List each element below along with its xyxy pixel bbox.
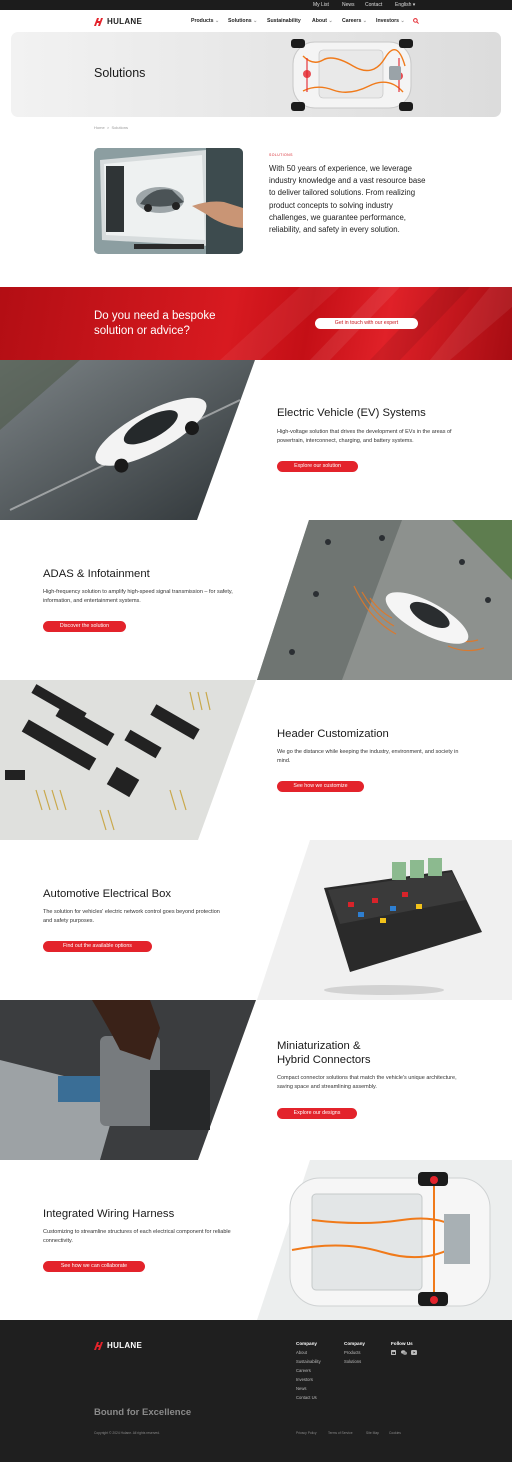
footer-link-contact[interactable]: Contact Us	[296, 1395, 317, 1400]
my-list-link[interactable]: My List	[313, 2, 329, 8]
logo-mark-icon	[94, 17, 103, 26]
chevron-down-icon: ⌄	[400, 18, 405, 24]
breadcrumb-home[interactable]: Home	[94, 125, 105, 130]
solution-title: ADAS & Infotainment	[43, 568, 150, 580]
solution-description: High-frequency solution to amplify high-…	[43, 589, 233, 605]
contact-link[interactable]: Contact	[365, 2, 382, 8]
nav-careers[interactable]: Careers ⌄	[342, 18, 367, 24]
cta-question-line1: Do you need a bespoke	[94, 310, 216, 322]
solution-title: Electric Vehicle (EV) Systems	[277, 407, 426, 419]
footer-link-investors[interactable]: Investors	[296, 1377, 313, 1382]
logo-text: HULANE	[107, 1341, 143, 1350]
chevron-down-icon: ⌄	[214, 18, 220, 24]
utility-bar: My List News Contact English ▾	[0, 0, 512, 10]
breadcrumb-current: Solutions	[111, 125, 128, 130]
nav-investors[interactable]: Investors ⌄	[376, 18, 405, 24]
contact-expert-button[interactable]: Get in touch with our expert	[315, 318, 418, 329]
intro-image	[94, 148, 243, 254]
chevron-down-icon: ▾	[412, 2, 416, 8]
linkedin-icon[interactable]	[391, 1350, 396, 1355]
solution-description: High-voltage solution that drives the de…	[277, 429, 452, 445]
copyright-text: Copyright © 2024 Hulane. All rights rese…	[94, 1431, 161, 1435]
news-link[interactable]: News	[342, 2, 355, 8]
site-logo[interactable]: HULANE	[94, 17, 142, 26]
footer-link-about[interactable]: About	[296, 1350, 307, 1355]
see-customize-button[interactable]: See how we customize	[277, 781, 364, 792]
solution-miniaturization-section: Miniaturization & Hybrid Connectors Comp…	[0, 1000, 512, 1160]
sitemap-link[interactable]: Site Map	[366, 1431, 379, 1435]
header-connectors-image	[0, 680, 256, 840]
chevron-down-icon: ⌄	[328, 18, 333, 24]
solution-title: Header Customization	[277, 728, 389, 740]
solution-title-line2: Hybrid Connectors	[277, 1054, 371, 1066]
cta-question: Do you need a bespoke solution or advice…	[94, 309, 215, 338]
footer-link-news[interactable]: News	[296, 1386, 306, 1391]
solution-header-section: Header Customization We go the distance …	[0, 680, 512, 840]
solution-title: Automotive Electrical Box	[43, 888, 172, 900]
footer-col2-title: Company	[344, 1341, 365, 1346]
site-footer: HULANE Company About Sustainability Care…	[0, 1320, 512, 1462]
footer-tagline: Bound for Excellence	[94, 1407, 192, 1418]
wiring-harness-image	[257, 1160, 512, 1320]
privacy-policy-link[interactable]: Privacy Policy	[296, 1431, 317, 1435]
footer-link-careers[interactable]: Careers	[296, 1368, 311, 1373]
nav-about[interactable]: About ⌄	[312, 18, 333, 24]
chevron-down-icon: ⌄	[362, 18, 368, 24]
main-nav: HULANE Products ⌄ Solutions ⌄ Sustainabi…	[0, 10, 512, 32]
explore-designs-button[interactable]: Explore our designs	[277, 1108, 357, 1119]
terms-link[interactable]: Terms of Service	[328, 1431, 353, 1435]
solution-title-line1: Miniaturization &	[277, 1040, 361, 1052]
footer-logo[interactable]: HULANE	[94, 1341, 142, 1350]
discover-solution-button[interactable]: Discover the solution	[43, 621, 126, 632]
solution-title: Integrated Wiring Harness	[43, 1208, 175, 1220]
chevron-down-icon: ⌄	[253, 18, 258, 24]
cookies-link[interactable]: Cookies	[389, 1431, 401, 1435]
youtube-icon[interactable]	[411, 1350, 417, 1355]
footer-link-solutions[interactable]: Solutions	[344, 1359, 361, 1364]
language-label: English	[395, 2, 412, 8]
footer-follow-title: Follow Us	[391, 1341, 413, 1346]
find-options-button[interactable]: Find out the available options	[43, 941, 152, 952]
logo-text: HULANE	[107, 17, 143, 26]
footer-link-sustainability[interactable]: Sustainability	[296, 1359, 321, 1364]
page-title: Solutions	[94, 66, 146, 80]
nav-sustainability[interactable]: Sustainability	[267, 18, 301, 24]
breadcrumb: Home > Solutions	[94, 125, 128, 130]
footer-col1-title: Company	[296, 1341, 317, 1346]
cta-banner: Do you need a bespoke solution or advice…	[0, 287, 512, 360]
solution-wiring-harness-section: Integrated Wiring Harness Customizing to…	[0, 1160, 512, 1320]
solution-description: Compact connector solutions that match t…	[277, 1075, 457, 1091]
ev-chassis-illustration	[291, 39, 413, 111]
collaborate-button[interactable]: See how we can collaborate	[43, 1261, 145, 1272]
banner-stripes-decoration	[220, 287, 512, 360]
solution-adas-section: ADAS & Infotainment High-frequency solut…	[0, 520, 512, 680]
adas-street-image	[257, 520, 512, 680]
logo-mark-icon	[94, 1341, 103, 1350]
solution-ev-section: Electric Vehicle (EV) Systems High-volta…	[0, 360, 512, 520]
intro-eyebrow: SOLUTIONS	[269, 153, 293, 157]
ev-car-image	[0, 360, 255, 520]
solution-description: Customizing to streamline structures of …	[43, 1229, 231, 1245]
cad-monitor-illustration	[94, 148, 243, 254]
footer-link-products[interactable]: Products	[344, 1350, 361, 1355]
explore-solution-button[interactable]: Explore our solution	[277, 461, 358, 472]
language-selector[interactable]: English ▾	[395, 2, 415, 8]
cta-question-line2: solution or advice?	[94, 324, 190, 337]
solution-title: Miniaturization & Hybrid Connectors	[277, 1039, 371, 1067]
electrical-box-image	[257, 840, 512, 1000]
wechat-icon[interactable]	[401, 1350, 407, 1355]
hybrid-connector-image	[0, 1000, 256, 1160]
hero-banner: Solutions	[11, 32, 501, 117]
breadcrumb-separator-icon: >	[105, 125, 111, 130]
nav-solutions[interactable]: Solutions ⌄	[228, 18, 257, 24]
solution-description: The solution for vehicles' electric netw…	[43, 909, 220, 925]
solution-electrical-box-section: Automotive Electrical Box The solution f…	[0, 840, 512, 1000]
nav-products[interactable]: Products ⌄	[191, 18, 219, 24]
solution-description: We go the distance while keeping the ind…	[277, 749, 459, 765]
search-icon[interactable]	[413, 18, 419, 24]
intro-text: With 50 years of experience, we leverage…	[269, 164, 426, 235]
